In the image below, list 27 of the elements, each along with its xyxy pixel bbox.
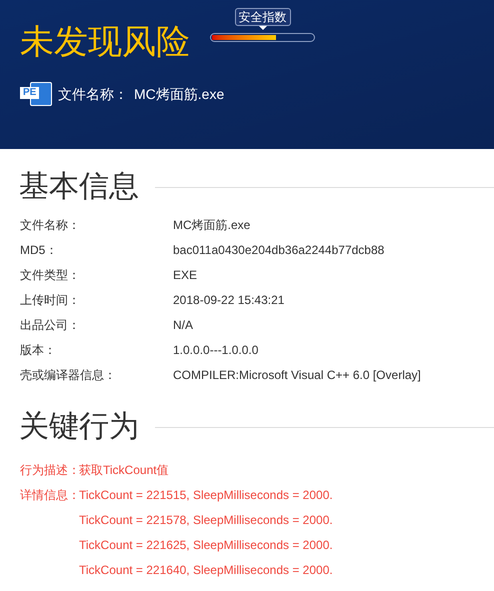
info-value: EXE <box>173 266 198 284</box>
section-title: 关键行为 <box>19 409 139 445</box>
info-value: MC烤面筋.exe <box>173 216 250 234</box>
detail-line: TickCount = 221515, SleepMilliseconds = 2000. <box>79 486 333 504</box>
info-label: 文件类型： <box>20 266 81 284</box>
behavior-description: 获取TickCount值 <box>79 462 169 478</box>
info-label: 文件名称： <box>20 216 81 234</box>
verdict-title: 未发现风险 <box>20 22 190 63</box>
file-name-label: 文件名称： <box>58 84 128 104</box>
meter-label: 安全指数 <box>234 8 290 26</box>
info-value: 2018-09-22 15:43:21 <box>173 292 284 308</box>
info-value: bac011a0430e204db36a2244b77dcb88 <box>173 242 384 258</box>
details-label: 详情信息： <box>20 488 80 502</box>
info-label: 出品公司： <box>20 316 81 334</box>
info-value: COMPILER:Microsoft Visual C++ 6.0 [Overlay] <box>173 366 421 384</box>
section-title: 基本信息 <box>19 169 139 205</box>
detail-line: TickCount = 221640, SleepMilliseconds = 2000. <box>79 562 333 578</box>
detail-line: TickCount = 221625, SleepMilliseconds = 2000. <box>79 536 333 554</box>
info-label: MD5： <box>20 242 58 258</box>
info-label: 版本： <box>20 342 57 358</box>
file-name: MC烤面筋.exe <box>134 84 224 104</box>
behavior-label: 行为描述： <box>20 462 79 478</box>
info-label: 上传时间： <box>20 292 81 308</box>
info-value: N/A <box>173 316 194 334</box>
detail-line: TickCount = 221578, SleepMilliseconds = 2000. <box>79 512 333 528</box>
info-label: 壳或编译器信息： <box>20 366 117 384</box>
info-value: 1.0.0.0---1.0.0.0 <box>173 342 258 358</box>
